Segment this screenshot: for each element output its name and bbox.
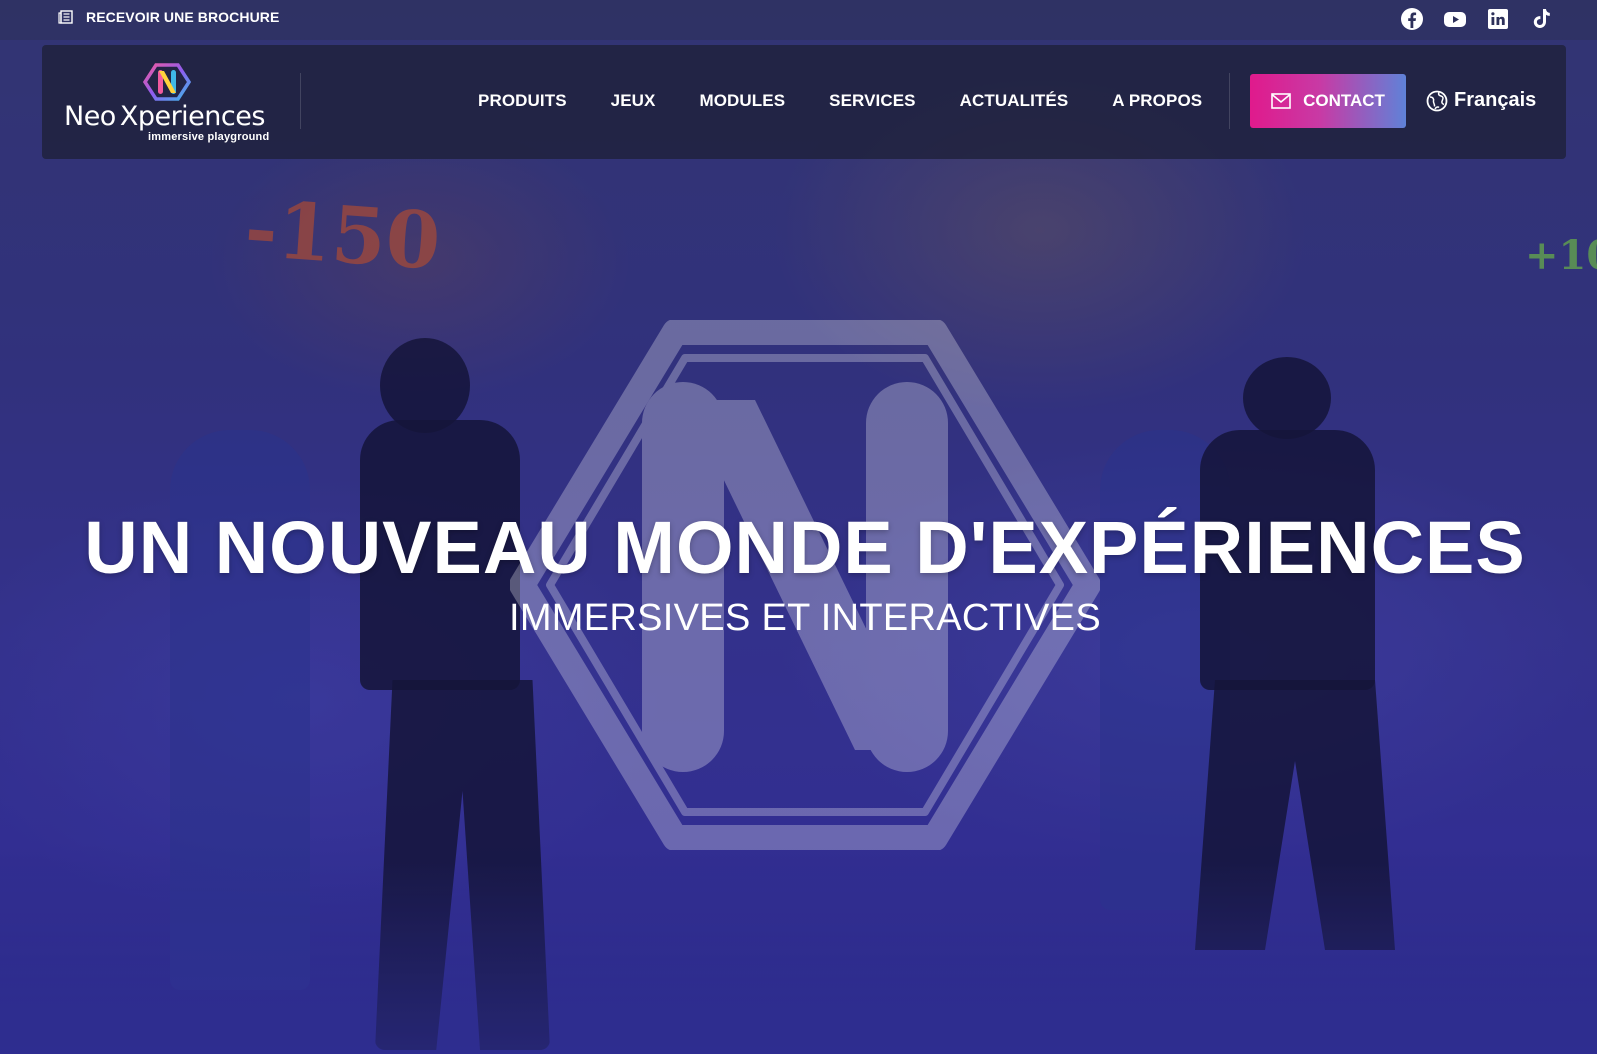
tiktok-link[interactable] <box>1529 6 1553 32</box>
nav-item-services[interactable]: SERVICES <box>829 91 915 111</box>
globe-icon <box>1426 90 1448 111</box>
brand-tagline: immersive playground <box>148 131 270 143</box>
contact-label: CONTACT <box>1303 91 1385 110</box>
youtube-link[interactable] <box>1443 6 1467 32</box>
brand-name-part1: Neo <box>64 101 116 132</box>
main-navbar: Neo Xperiences immersive playground PRODU… <box>42 45 1566 159</box>
top-utility-bar: RECEVOIR UNE BROCHURE <box>0 0 1597 40</box>
nav-item-modules[interactable]: MODULES <box>699 91 785 111</box>
hero-title: UN NOUVEAU MONDE D'EXPÉRIENCES <box>84 506 1526 589</box>
contact-button[interactable]: CONTACT <box>1250 74 1406 128</box>
language-label: Français <box>1454 89 1537 111</box>
brochure-label: RECEVOIR UNE BROCHURE <box>86 9 280 25</box>
brand-name-part2: Xperiences <box>119 101 266 132</box>
brochure-link[interactable]: RECEVOIR UNE BROCHURE <box>58 9 279 25</box>
nav-item-jeux[interactable]: JEUX <box>611 91 656 111</box>
nav-item-produits[interactable]: PRODUITS <box>478 91 567 111</box>
nav-item-a-propos[interactable]: A PROPOS <box>1112 91 1202 111</box>
brand-logo[interactable]: Neo Xperiences immersive playground <box>64 61 278 145</box>
nav-item-actualites[interactable]: ACTUALITÉS <box>960 91 1069 111</box>
brand-wordmark: Neo Xperiences <box>64 101 278 132</box>
nav-divider-left <box>300 73 301 129</box>
brochure-icon <box>58 10 73 24</box>
tiktok-icon <box>1533 9 1550 28</box>
nav-divider-right <box>1229 73 1230 129</box>
social-links <box>1400 6 1553 32</box>
language-selector[interactable]: Français <box>1426 89 1536 112</box>
facebook-link[interactable] <box>1400 6 1424 32</box>
nav-menu: PRODUITS JEUX MODULES SERVICES ACTUALITÉ… <box>478 91 1246 111</box>
hero-subtitle: IMMERSIVES ET INTERACTIVES <box>509 597 1101 639</box>
mail-icon <box>1271 93 1291 109</box>
facebook-icon <box>1401 8 1423 30</box>
youtube-icon <box>1444 12 1466 27</box>
linkedin-link[interactable] <box>1486 6 1510 32</box>
linkedin-icon <box>1488 9 1508 29</box>
